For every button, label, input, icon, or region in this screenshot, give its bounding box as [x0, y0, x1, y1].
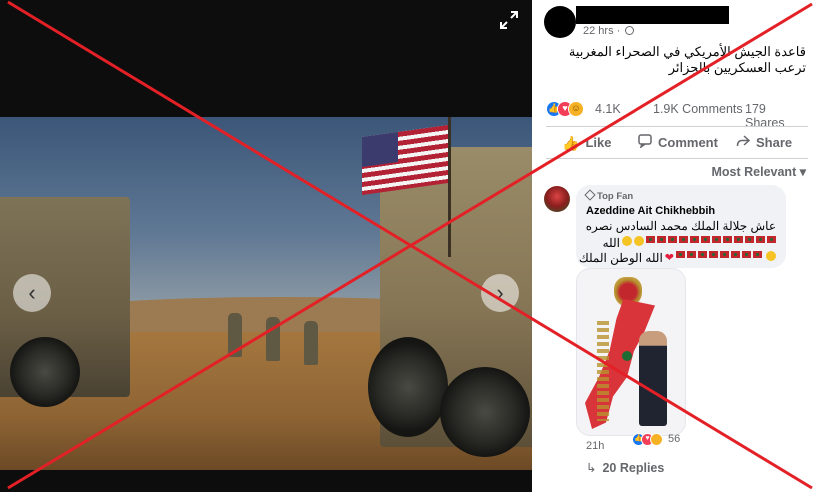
portrait-figure — [639, 331, 667, 426]
author-avatar[interactable] — [544, 6, 576, 38]
caret-down-icon: ▾ — [799, 165, 806, 179]
comments-count[interactable]: 1.9K Comments — [653, 102, 743, 116]
morocco-flag-icon — [646, 236, 655, 243]
comment-button[interactable]: Comment — [638, 131, 718, 155]
haha-reaction-icon: ☺ — [568, 101, 584, 117]
photo-soldier — [304, 321, 318, 365]
morocco-flag-icon — [723, 236, 732, 243]
morocco-flag-icon — [720, 251, 729, 258]
emoji-icon — [766, 251, 776, 261]
morocco-flag-icon — [679, 236, 688, 243]
reply-arrow-icon: ↳ — [586, 461, 597, 475]
emoji-icon — [634, 236, 644, 246]
flag-pole — [448, 117, 451, 257]
share-arrow-icon — [736, 131, 751, 155]
comment-text-line: الله — [603, 236, 776, 250]
thumbs-up-icon: 👍 — [562, 135, 580, 151]
morocco-flag-icon — [731, 251, 740, 258]
post-timestamp[interactable]: 22 hrs · — [583, 25, 635, 37]
photo-viewer: ‹ › — [0, 0, 532, 492]
morocco-flag-icon — [687, 251, 696, 258]
morocco-flag-icon — [698, 251, 707, 258]
top-fan-badge: Top Fan — [584, 189, 633, 202]
globe-icon — [625, 26, 635, 35]
like-button[interactable]: 👍 Like — [562, 131, 611, 155]
expand-icon[interactable] — [497, 10, 521, 34]
us-flag — [362, 124, 448, 196]
post-actions: 👍 Like Comment Share — [546, 131, 808, 155]
vehicle-wheel — [440, 367, 530, 457]
reactions-bar: 👍 ♥ ☺ 4.1K 1.9K Comments 179 Shares — [546, 101, 808, 130]
comment-text-line: عاش جلالة الملك محمد السادس نصره — [585, 219, 776, 233]
heart-icon: ❤ — [664, 252, 674, 264]
divider — [546, 158, 808, 159]
divider — [546, 126, 808, 127]
morocco-flag-icon — [690, 236, 699, 243]
photo-soldier — [228, 313, 242, 357]
morocco-flag-icon — [668, 236, 677, 243]
comment-reaction-count: 56 — [668, 433, 681, 445]
comment-bubble: Top Fan Azeddine Ait Chikhebbih عاش جلال… — [576, 185, 786, 268]
morocco-flag-icon — [734, 236, 743, 243]
speech-bubble-icon — [638, 131, 652, 155]
morocco-flag-icon — [712, 236, 721, 243]
emoji-icon — [622, 236, 632, 246]
morocco-flag-icon — [676, 251, 685, 258]
morocco-flag-icon — [709, 251, 718, 258]
morocco-flag-icon — [767, 236, 776, 243]
haha-reaction-icon — [650, 433, 663, 446]
chevron-right-icon: › — [496, 280, 504, 305]
morocco-flag-icon — [701, 236, 710, 243]
morocco-flag-icon — [756, 236, 765, 243]
share-button[interactable]: Share — [736, 131, 792, 155]
reaction-count[interactable]: 4.1K — [595, 102, 621, 116]
next-photo-button[interactable]: › — [481, 274, 519, 312]
vehicle-wheel — [10, 337, 80, 407]
comment-text-line: الله الوطن الملك ❤ — [579, 251, 776, 265]
commenter-name[interactable]: Azeddine Ait Chikhebbih — [586, 205, 715, 217]
morocco-flag-icon — [753, 251, 762, 258]
post-text: قاعدة الجيش الأمريكي في الصحراء المغربية… — [568, 44, 806, 75]
commenter-avatar[interactable] — [544, 186, 570, 212]
map-star — [622, 351, 632, 361]
view-replies-link[interactable]: ↳ 20 Replies — [586, 460, 664, 475]
author-name-redacted[interactable] — [576, 6, 729, 24]
morocco-flag-icon — [657, 236, 666, 243]
morocco-flag-icon — [742, 251, 751, 258]
comment-sort-dropdown[interactable]: Most Relevant ▾ — [711, 164, 806, 179]
post-photo — [0, 117, 532, 470]
comment-timestamp[interactable]: 21h — [586, 440, 604, 452]
diamond-icon — [584, 189, 596, 201]
vehicle-wheel — [368, 337, 448, 437]
photo-soldier — [266, 317, 280, 361]
morocco-flag-icon — [745, 236, 754, 243]
post-side-panel: 22 hrs · قاعدة الجيش الأمريكي في الصحراء… — [532, 0, 818, 492]
previous-photo-button[interactable]: ‹ — [13, 274, 51, 312]
comment-attached-image[interactable] — [576, 268, 686, 436]
calligraphy-decoration — [597, 321, 609, 421]
chevron-left-icon: ‹ — [28, 280, 36, 305]
